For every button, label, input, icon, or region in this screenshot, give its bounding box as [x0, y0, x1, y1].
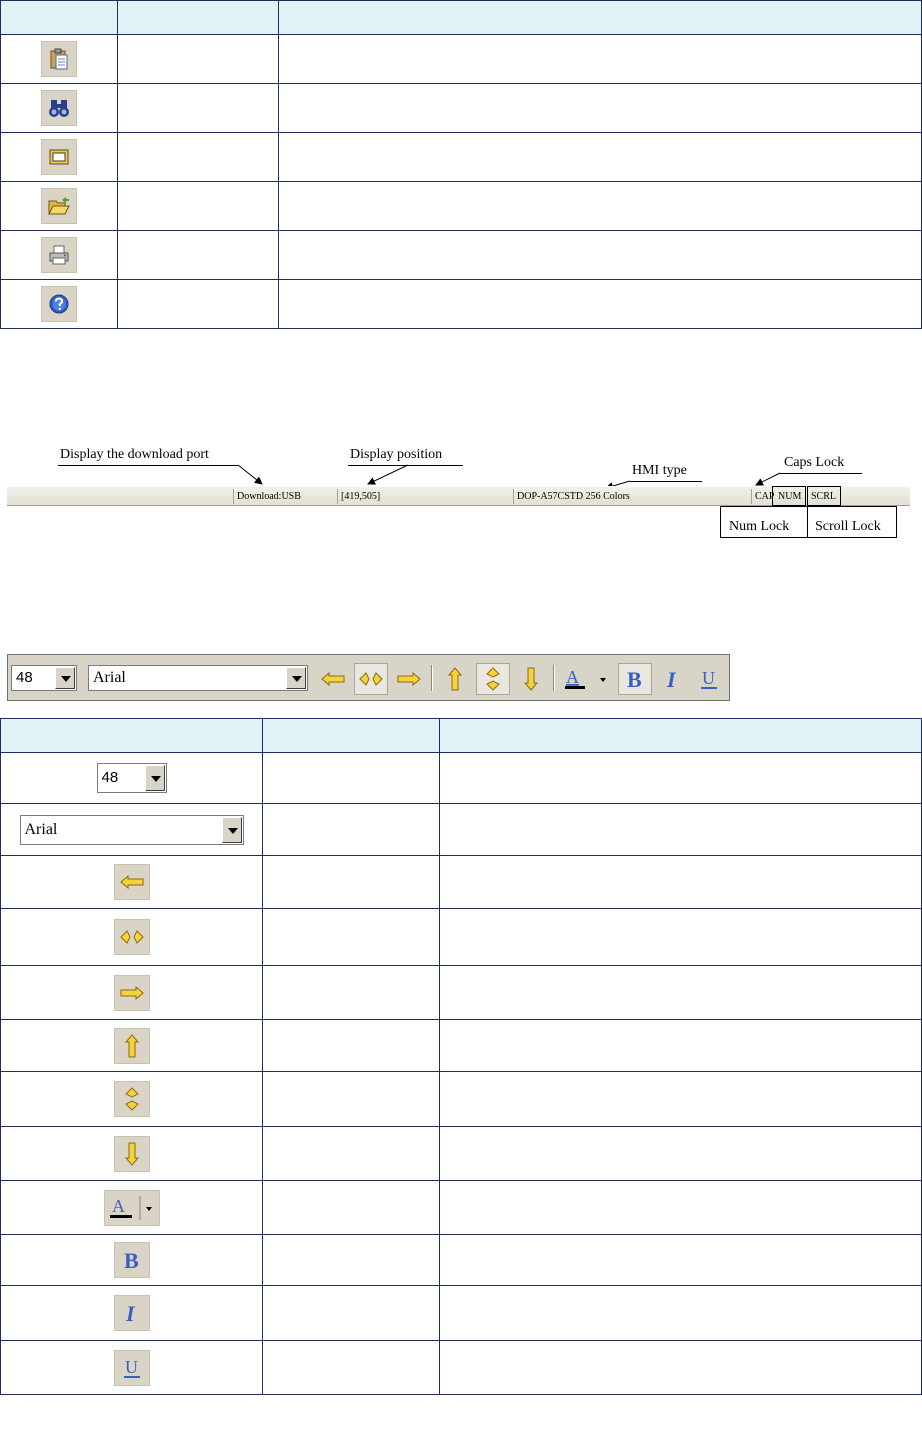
table-row — [0, 965, 922, 1020]
font-color-icon[interactable]: A — [560, 663, 612, 695]
font-toolbar-table: 48 Arial A B I U — [0, 718, 922, 1395]
font-toolbar: 48 Arial A B I U — [7, 654, 730, 701]
table-row: U — [0, 1340, 922, 1395]
align-top-icon[interactable] — [113, 1027, 150, 1064]
bold-icon[interactable]: B — [618, 663, 652, 695]
svg-text:I: I — [125, 1302, 136, 1324]
font-size-combo[interactable]: 48 — [11, 665, 77, 691]
align-middle-icon[interactable] — [113, 1081, 150, 1117]
font-size-value: 48 — [16, 669, 33, 686]
table-row: 48 — [0, 752, 922, 804]
svg-text:B: B — [124, 1249, 139, 1271]
table-row: Arial — [0, 803, 922, 856]
underline-icon[interactable]: U — [692, 663, 726, 695]
chevron-down-icon[interactable] — [286, 667, 306, 689]
table-row — [0, 1019, 922, 1072]
toolbar-separator — [553, 665, 555, 691]
lock-labels-divider — [807, 506, 808, 538]
svg-text:U: U — [702, 668, 715, 688]
font-color-icon[interactable]: A — [103, 1189, 160, 1226]
italic-icon[interactable]: I — [113, 1295, 150, 1331]
font-name-combo[interactable]: Arial — [88, 665, 308, 691]
scroll-lock-highlight — [807, 486, 841, 506]
font-name-value: Arial — [24, 820, 58, 838]
toolbar-separator — [431, 665, 433, 691]
chevron-down-icon[interactable] — [221, 816, 242, 843]
status-display-position: [419,505] — [337, 489, 513, 504]
svg-text:A: A — [566, 667, 579, 687]
table-row — [0, 855, 922, 909]
annotation-num-lock: Num Lock — [729, 519, 790, 534]
align-left-icon[interactable] — [113, 864, 150, 900]
table-header-row — [0, 718, 922, 753]
num-lock-highlight — [772, 486, 806, 506]
table-row: I — [0, 1285, 922, 1341]
align-bottom-icon[interactable] — [113, 1135, 150, 1172]
bold-icon[interactable]: B — [113, 1242, 150, 1278]
table-row: A — [0, 1180, 922, 1235]
align-center-icon[interactable] — [113, 919, 150, 955]
table-row — [0, 908, 922, 966]
table-row — [0, 1126, 922, 1181]
chevron-down-icon[interactable] — [144, 765, 165, 791]
table-row — [0, 1071, 922, 1127]
svg-text:A: A — [112, 1196, 125, 1216]
font-size-combo[interactable]: 48 — [96, 763, 167, 793]
annotation-arrows — [237, 464, 781, 490]
table-row: B — [0, 1234, 922, 1286]
annotation-scroll-lock: Scroll Lock — [815, 519, 881, 534]
align-middle-icon[interactable] — [476, 663, 510, 695]
svg-text:I: I — [666, 668, 677, 690]
status-download-port: Download:USB — [233, 489, 337, 504]
align-top-icon[interactable] — [438, 663, 472, 695]
underline-icon[interactable]: U — [113, 1349, 150, 1386]
align-right-icon[interactable] — [113, 974, 150, 1011]
font-name-value: Arial — [93, 669, 126, 686]
font-name-combo[interactable]: Arial — [19, 814, 244, 845]
chevron-down-icon[interactable] — [55, 667, 75, 689]
align-center-icon[interactable] — [354, 663, 388, 695]
align-right-icon[interactable] — [392, 663, 426, 695]
font-size-value: 48 — [101, 769, 119, 786]
svg-text:U: U — [125, 1357, 138, 1377]
svg-text:B: B — [627, 668, 642, 690]
align-left-icon[interactable] — [316, 663, 350, 695]
status-hmi-type: DOP-A57CSTD 256 Colors — [513, 489, 751, 504]
italic-icon[interactable]: I — [656, 663, 690, 695]
align-bottom-icon[interactable] — [514, 663, 548, 695]
